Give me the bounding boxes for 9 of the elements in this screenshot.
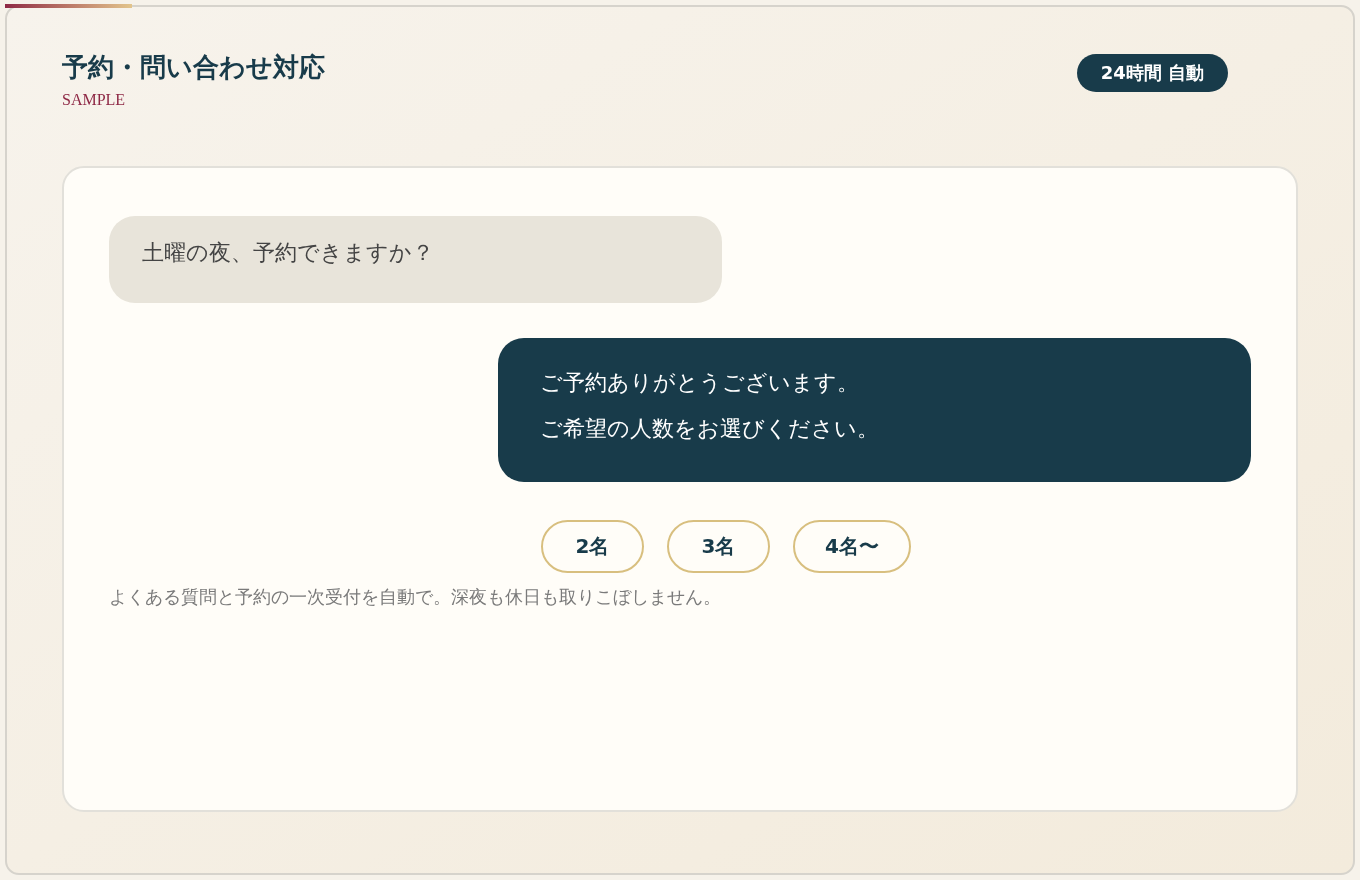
choice-chip[interactable]: 4名〜 <box>793 519 911 573</box>
caption-text: よくある質問と予約の一次受付を自動で。深夜も休日も取りこぼしません。 <box>109 584 722 609</box>
bot-message-bubble: ご予約ありがとうございます。 ご希望の人数をお選びください。 <box>498 337 1251 482</box>
choice-chip[interactable]: 3名 <box>667 519 770 573</box>
page-subtitle: SAMPLE <box>62 89 127 110</box>
page-title: 予約・問い合わせ対応 <box>62 51 325 84</box>
choice-chip[interactable]: 2名 <box>541 519 644 573</box>
user-message-bubble: 土曜の夜、予約できますか？ <box>109 215 722 303</box>
status-badge: 24時間 自動 <box>1076 54 1228 92</box>
